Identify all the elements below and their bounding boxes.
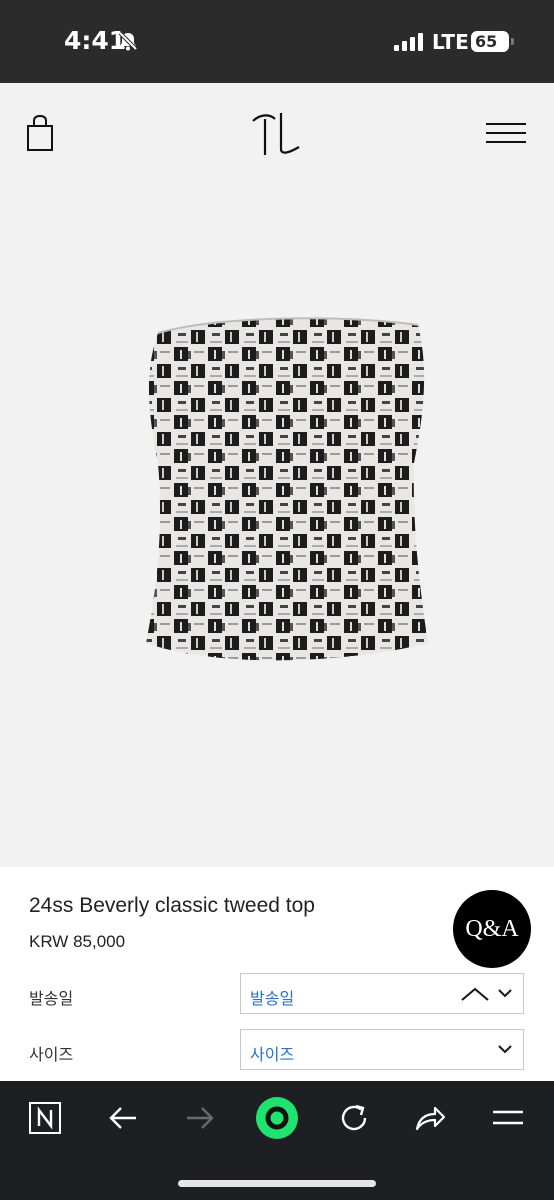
- product-price: KRW 85,000: [29, 932, 126, 951]
- chevron-down-icon: [498, 1045, 512, 1054]
- product-title: 24ss Beverly classic tweed top: [29, 894, 315, 917]
- site-header: [0, 83, 554, 183]
- battery-nub: [511, 38, 514, 45]
- tweed-top-product-image[interactable]: [140, 313, 432, 673]
- battery-icon: 65: [471, 31, 509, 52]
- network-type: LTE: [432, 30, 469, 54]
- forward-arrow-icon[interactable]: [183, 1101, 217, 1135]
- green-home-icon[interactable]: [254, 1095, 300, 1141]
- product-image-area[interactable]: [0, 183, 554, 867]
- qa-button[interactable]: Q&A: [453, 890, 531, 968]
- size-select-value: 사이즈: [250, 1047, 295, 1064]
- status-bar: 4:41 LTE 65: [0, 0, 554, 83]
- ship-date-select[interactable]: 발송일: [240, 973, 524, 1014]
- ship-date-select-value: 발송일: [250, 991, 295, 1008]
- scroll-up-icon[interactable]: [461, 987, 489, 1001]
- bell-slash-icon: [118, 31, 138, 51]
- shopping-bag-icon[interactable]: [24, 113, 58, 153]
- size-select[interactable]: 사이즈: [240, 1029, 524, 1070]
- chevron-down-icon: [498, 989, 512, 998]
- signal-icon: [394, 33, 423, 51]
- back-arrow-icon[interactable]: [106, 1101, 140, 1135]
- naver-n-icon[interactable]: [28, 1101, 62, 1135]
- share-icon[interactable]: [413, 1101, 447, 1135]
- menu-icon[interactable]: [491, 1101, 525, 1135]
- home-indicator: [178, 1180, 376, 1187]
- hamburger-menu-icon[interactable]: [485, 121, 527, 145]
- option-label-ship-date: 발송일: [29, 991, 74, 1008]
- brand-logo[interactable]: [249, 109, 305, 159]
- option-label-size: 사이즈: [29, 1047, 74, 1064]
- product-info: 24ss Beverly classic tweed top KRW 85,00…: [0, 867, 554, 1081]
- reload-icon[interactable]: [337, 1101, 371, 1135]
